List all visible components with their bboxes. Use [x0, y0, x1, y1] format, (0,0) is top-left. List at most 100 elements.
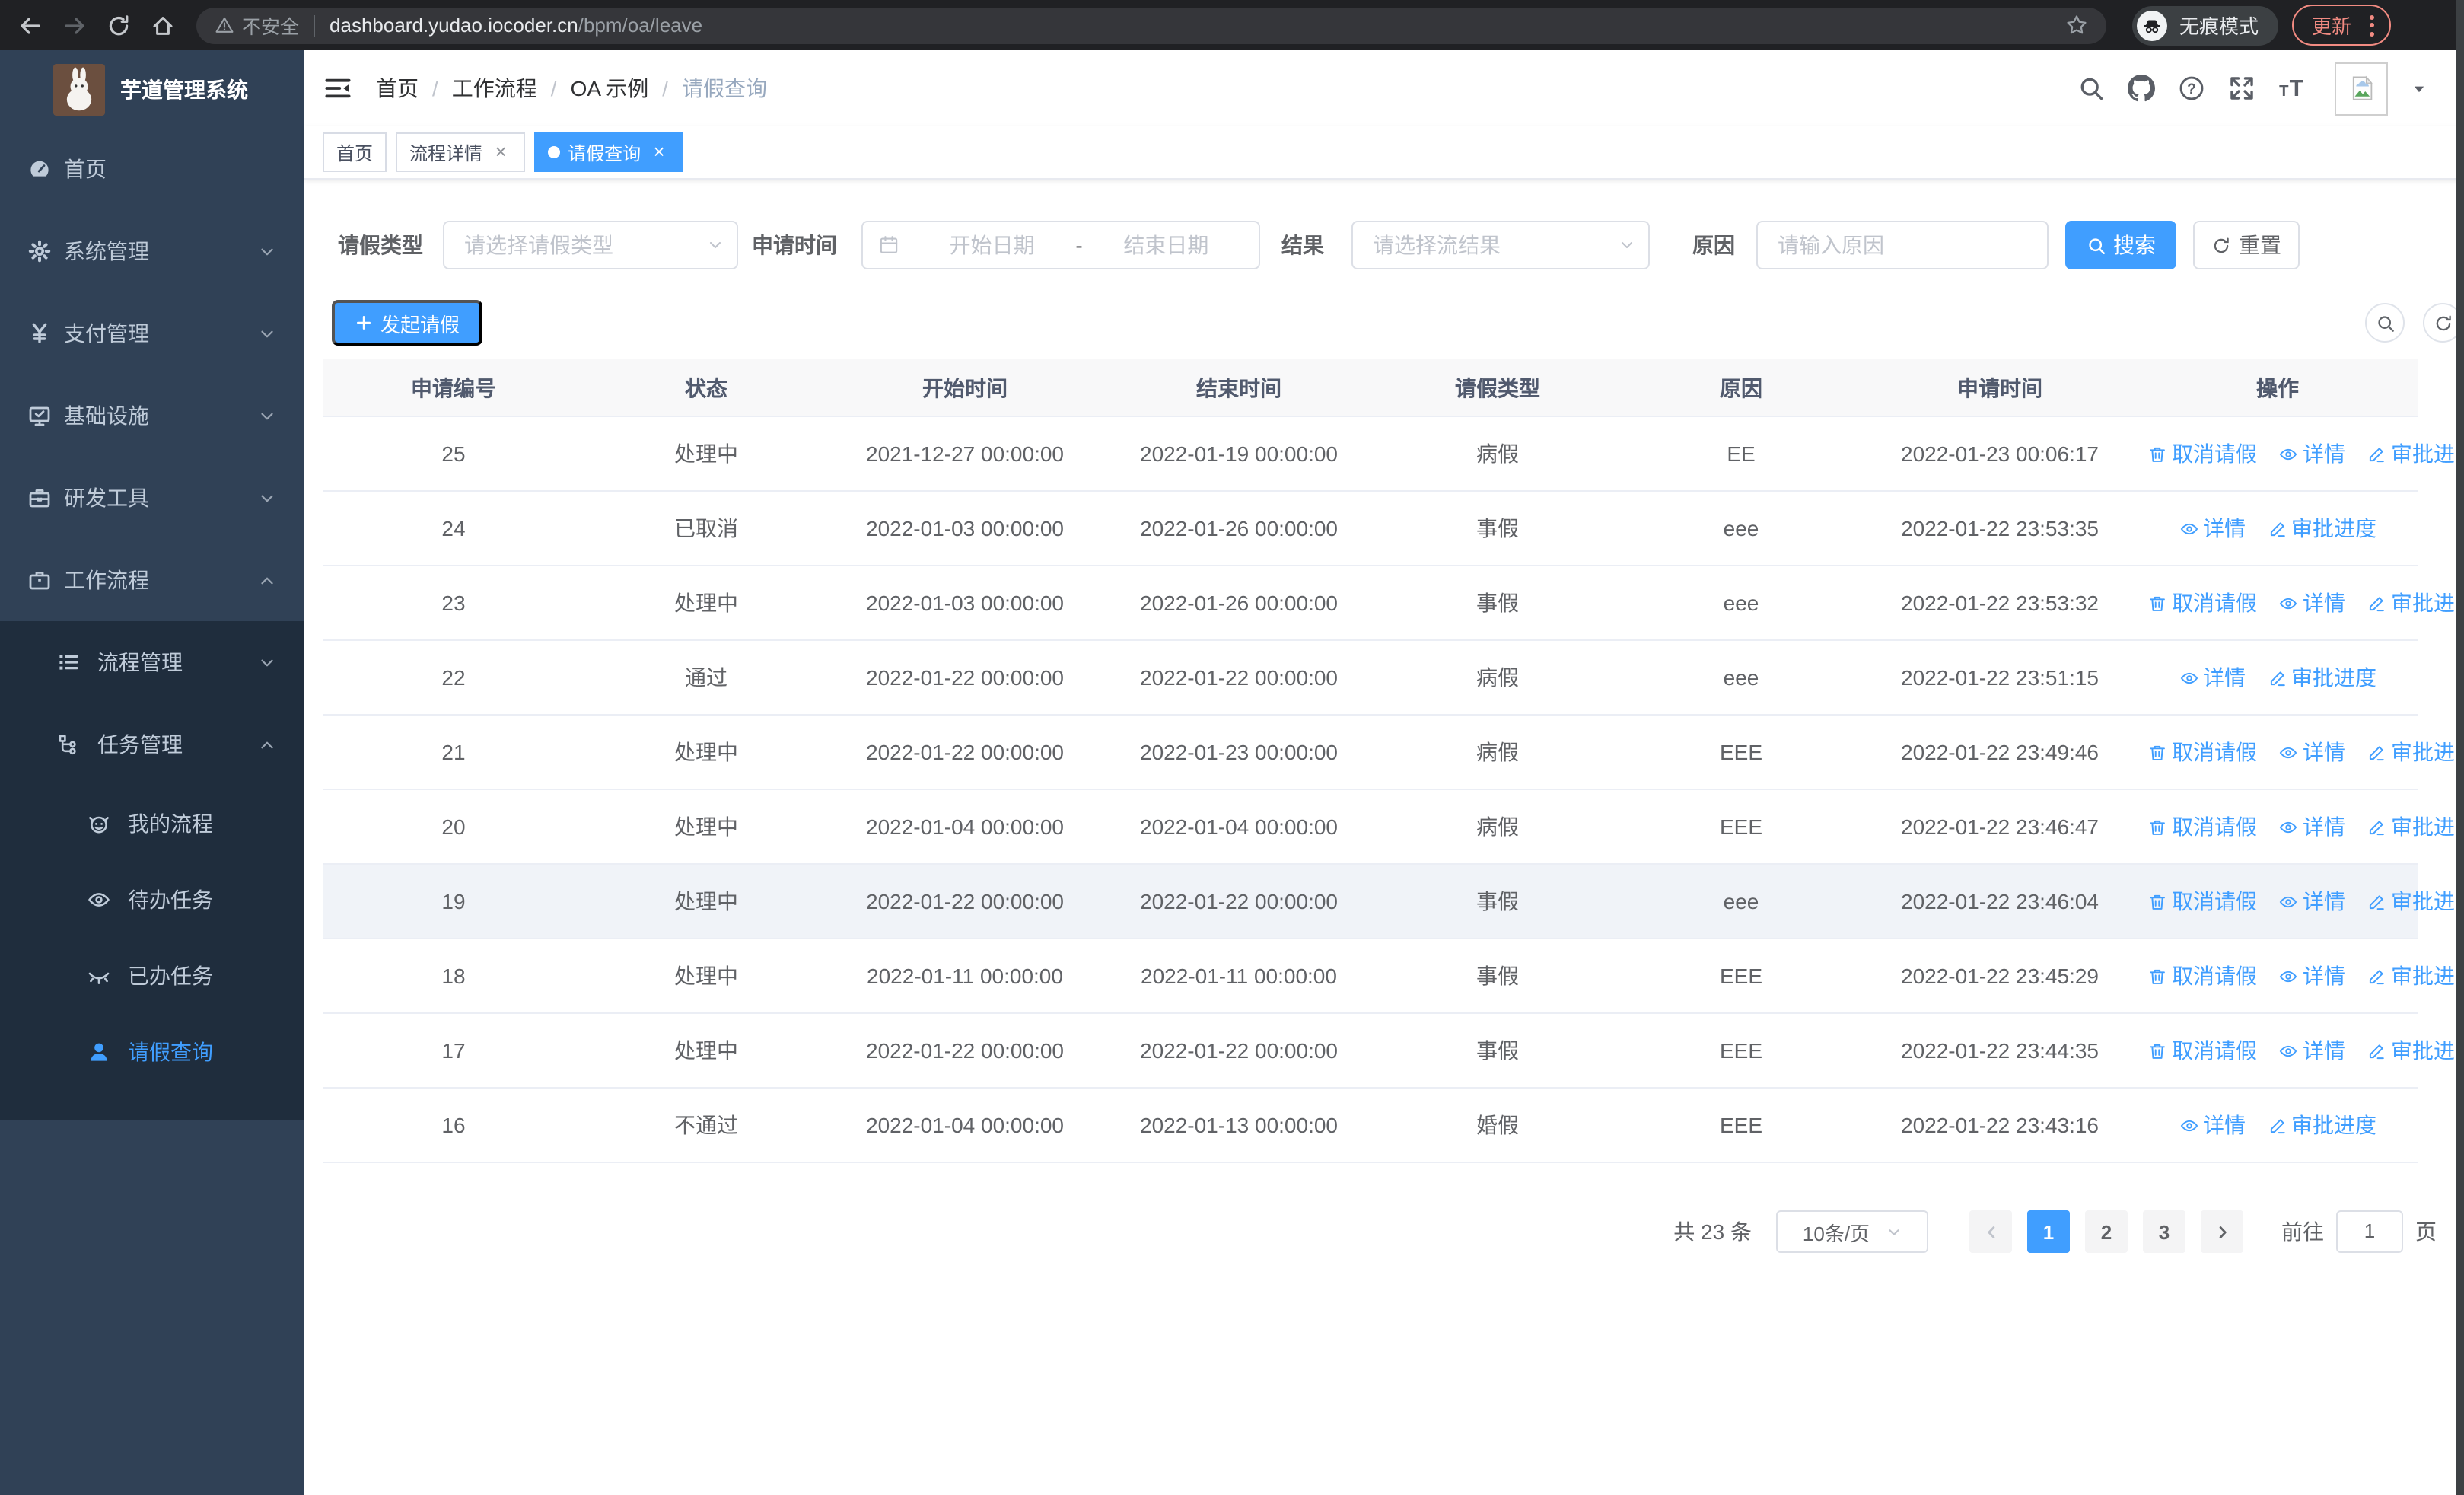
- sidebar-item-todo-tasks[interactable]: 待办任务: [0, 862, 304, 938]
- page-button-3[interactable]: 3: [2143, 1210, 2185, 1253]
- table-row[interactable]: 24 已取消 2022-01-03 00:00:00 2022-01-26 00:00…: [323, 491, 2418, 566]
- action-detail-link[interactable]: 详情: [2179, 513, 2246, 543]
- leave-type-select[interactable]: 请选择请假类型: [443, 221, 738, 269]
- browser-menu-icon[interactable]: [2365, 14, 2379, 36]
- eye-icon: [88, 893, 110, 907]
- toggle-search-button[interactable]: [2365, 303, 2405, 343]
- action-detail-link[interactable]: 详情: [2278, 1035, 2345, 1066]
- fullscreen-icon[interactable]: [2228, 75, 2255, 102]
- next-page-button[interactable]: [2201, 1210, 2243, 1253]
- table-row[interactable]: 23 处理中 2022-01-03 00:00:00 2022-01-26 00:00…: [323, 566, 2464, 641]
- reason-input[interactable]: 请输入原因: [1756, 221, 2049, 269]
- search-button[interactable]: 搜索: [2065, 221, 2176, 269]
- user-avatar[interactable]: [2335, 62, 2388, 115]
- page-size-select[interactable]: 10条/页: [1776, 1210, 1928, 1253]
- action-progress-link[interactable]: 审批进度: [2267, 1110, 2376, 1140]
- sidebar-collapse-icon[interactable]: [324, 75, 352, 102]
- sidebar-item-label: 支付管理: [64, 321, 149, 346]
- goto-page-input[interactable]: 1: [2336, 1210, 2403, 1253]
- window-scrollbar[interactable]: [2456, 0, 2464, 1495]
- action-detail-link[interactable]: 详情: [2278, 588, 2345, 618]
- action-cancel-link[interactable]: 取消请假: [2147, 438, 2257, 469]
- action-detail-link[interactable]: 详情: [2278, 438, 2345, 469]
- sidebar-item-home[interactable]: 首页: [0, 128, 304, 210]
- action-cancel-link[interactable]: 取消请假: [2147, 811, 2257, 842]
- apply-time-range-picker[interactable]: 开始日期 - 结束日期: [861, 221, 1260, 269]
- sidebar-item-dev-tools[interactable]: 研发工具: [0, 457, 304, 539]
- cell-end-time: 2022-01-22 00:00:00: [1102, 1013, 1376, 1089]
- sidebar-item-done-tasks[interactable]: 已办任务: [0, 938, 304, 1014]
- sidebar-item-label: 流程管理: [97, 650, 183, 674]
- github-icon[interactable]: [2128, 75, 2155, 102]
- help-icon[interactable]: ?: [2178, 75, 2205, 102]
- tab-home[interactable]: 首页: [323, 132, 387, 172]
- cell-actions: 详情 审批进度: [2137, 491, 2418, 566]
- action-detail-link[interactable]: 详情: [2179, 662, 2246, 693]
- cell-apply-time: 2022-01-22 23:45:29: [1863, 939, 2137, 1014]
- font-size-icon[interactable]: TT: [2278, 75, 2306, 102]
- breadcrumb-item[interactable]: OA 示例: [571, 73, 649, 104]
- close-icon[interactable]: ×: [490, 141, 511, 163]
- action-cancel-link[interactable]: 取消请假: [2147, 961, 2257, 991]
- action-progress-link[interactable]: 审批进度: [2367, 1035, 2464, 1066]
- table-row[interactable]: 19 处理中 2022-01-22 00:00:00 2022-01-22 00:00…: [323, 864, 2464, 939]
- sidebar-item-task-management[interactable]: 任务管理: [0, 703, 304, 786]
- sidebar-item-payment-management[interactable]: 支付管理: [0, 292, 304, 375]
- sidebar-item-infrastructure[interactable]: 基础设施: [0, 375, 304, 457]
- action-cancel-link[interactable]: 取消请假: [2147, 737, 2257, 767]
- result-select[interactable]: 请选择流结果: [1351, 221, 1650, 269]
- table-row[interactable]: 21 处理中 2022-01-22 00:00:00 2022-01-23 00:00…: [323, 715, 2464, 790]
- browser-forward-icon[interactable]: [62, 13, 87, 37]
- action-cancel-link[interactable]: 取消请假: [2147, 588, 2257, 618]
- sidebar-item-workflow[interactable]: 工作流程: [0, 539, 304, 621]
- action-progress-link[interactable]: 审批进度: [2367, 737, 2464, 767]
- action-detail-link[interactable]: 详情: [2179, 1110, 2246, 1140]
- table-row[interactable]: 20 处理中 2022-01-04 00:00:00 2022-01-04 00:00…: [323, 789, 2464, 865]
- search-icon[interactable]: [2077, 75, 2105, 102]
- user-menu-caret-icon[interactable]: [2411, 80, 2427, 97]
- table-row[interactable]: 17 处理中 2022-01-22 00:00:00 2022-01-22 00:00…: [323, 1013, 2464, 1089]
- action-progress-link[interactable]: 审批进度: [2367, 811, 2464, 842]
- browser-home-icon[interactable]: [151, 13, 175, 37]
- action-progress-link[interactable]: 审批进度: [2367, 438, 2464, 469]
- sidebar-item-process-management[interactable]: 流程管理: [0, 621, 304, 703]
- sidebar-item-leave-query[interactable]: 请假查询: [0, 1014, 304, 1090]
- action-progress-link[interactable]: 审批进度: [2367, 588, 2464, 618]
- edit-icon: [2369, 820, 2384, 835]
- end-date-placeholder: 结束日期: [1123, 233, 1209, 257]
- action-label: 详情: [2203, 665, 2246, 690]
- action-progress-link[interactable]: 审批进度: [2267, 662, 2376, 693]
- sidebar-item-my-process[interactable]: 我的流程: [0, 786, 304, 862]
- table-row[interactable]: 18 处理中 2022-01-11 00:00:00 2022-01-11 00:00…: [323, 939, 2464, 1014]
- tab-process-detail[interactable]: 流程详情 ×: [396, 132, 526, 172]
- action-progress-link[interactable]: 审批进度: [2267, 513, 2376, 543]
- url-bar[interactable]: 不安全 dashboard.yudao.iocoder.cn/bpm/oa/le…: [196, 7, 2106, 43]
- breadcrumb-item[interactable]: 首页: [376, 73, 419, 104]
- reset-button[interactable]: 重置: [2193, 221, 2300, 269]
- action-cancel-link[interactable]: 取消请假: [2147, 886, 2257, 916]
- page-button-1[interactable]: 1: [2027, 1210, 2070, 1253]
- action-cancel-link[interactable]: 取消请假: [2147, 1035, 2257, 1066]
- table-row[interactable]: 25 处理中 2021-12-27 00:00:00 2022-01-19 00:00…: [323, 416, 2464, 492]
- create-leave-button[interactable]: 发起请假: [332, 300, 483, 346]
- tab-leave-query[interactable]: 请假查询 ×: [534, 132, 684, 172]
- prev-page-button[interactable]: [1969, 1210, 2012, 1253]
- table-row[interactable]: 22 通过 2022-01-22 00:00:00 2022-01-22 00:00:…: [323, 640, 2418, 716]
- action-detail-link[interactable]: 详情: [2278, 886, 2345, 916]
- action-detail-link[interactable]: 详情: [2278, 811, 2345, 842]
- table-row[interactable]: 16 不通过 2022-01-04 00:00:00 2022-01-13 00:00…: [323, 1088, 2418, 1163]
- browser-reload-icon[interactable]: [107, 13, 131, 37]
- breadcrumb-item[interactable]: 工作流程: [452, 73, 537, 104]
- browser-back-icon[interactable]: [18, 13, 43, 37]
- start-date-placeholder: 开始日期: [949, 233, 1035, 257]
- action-detail-link[interactable]: 详情: [2278, 961, 2345, 991]
- action-progress-link[interactable]: 审批进度: [2367, 886, 2464, 916]
- bookmark-star-icon[interactable]: [2065, 14, 2088, 37]
- sidebar-item-system-management[interactable]: 系统管理: [0, 210, 304, 292]
- browser-update-button[interactable]: 更新: [2292, 5, 2392, 46]
- action-progress-link[interactable]: 审批进度: [2367, 961, 2464, 991]
- page-button-2[interactable]: 2: [2085, 1210, 2128, 1253]
- cell-start-time: 2022-01-22 00:00:00: [828, 640, 1102, 716]
- action-detail-link[interactable]: 详情: [2278, 737, 2345, 767]
- close-icon[interactable]: ×: [648, 141, 670, 163]
